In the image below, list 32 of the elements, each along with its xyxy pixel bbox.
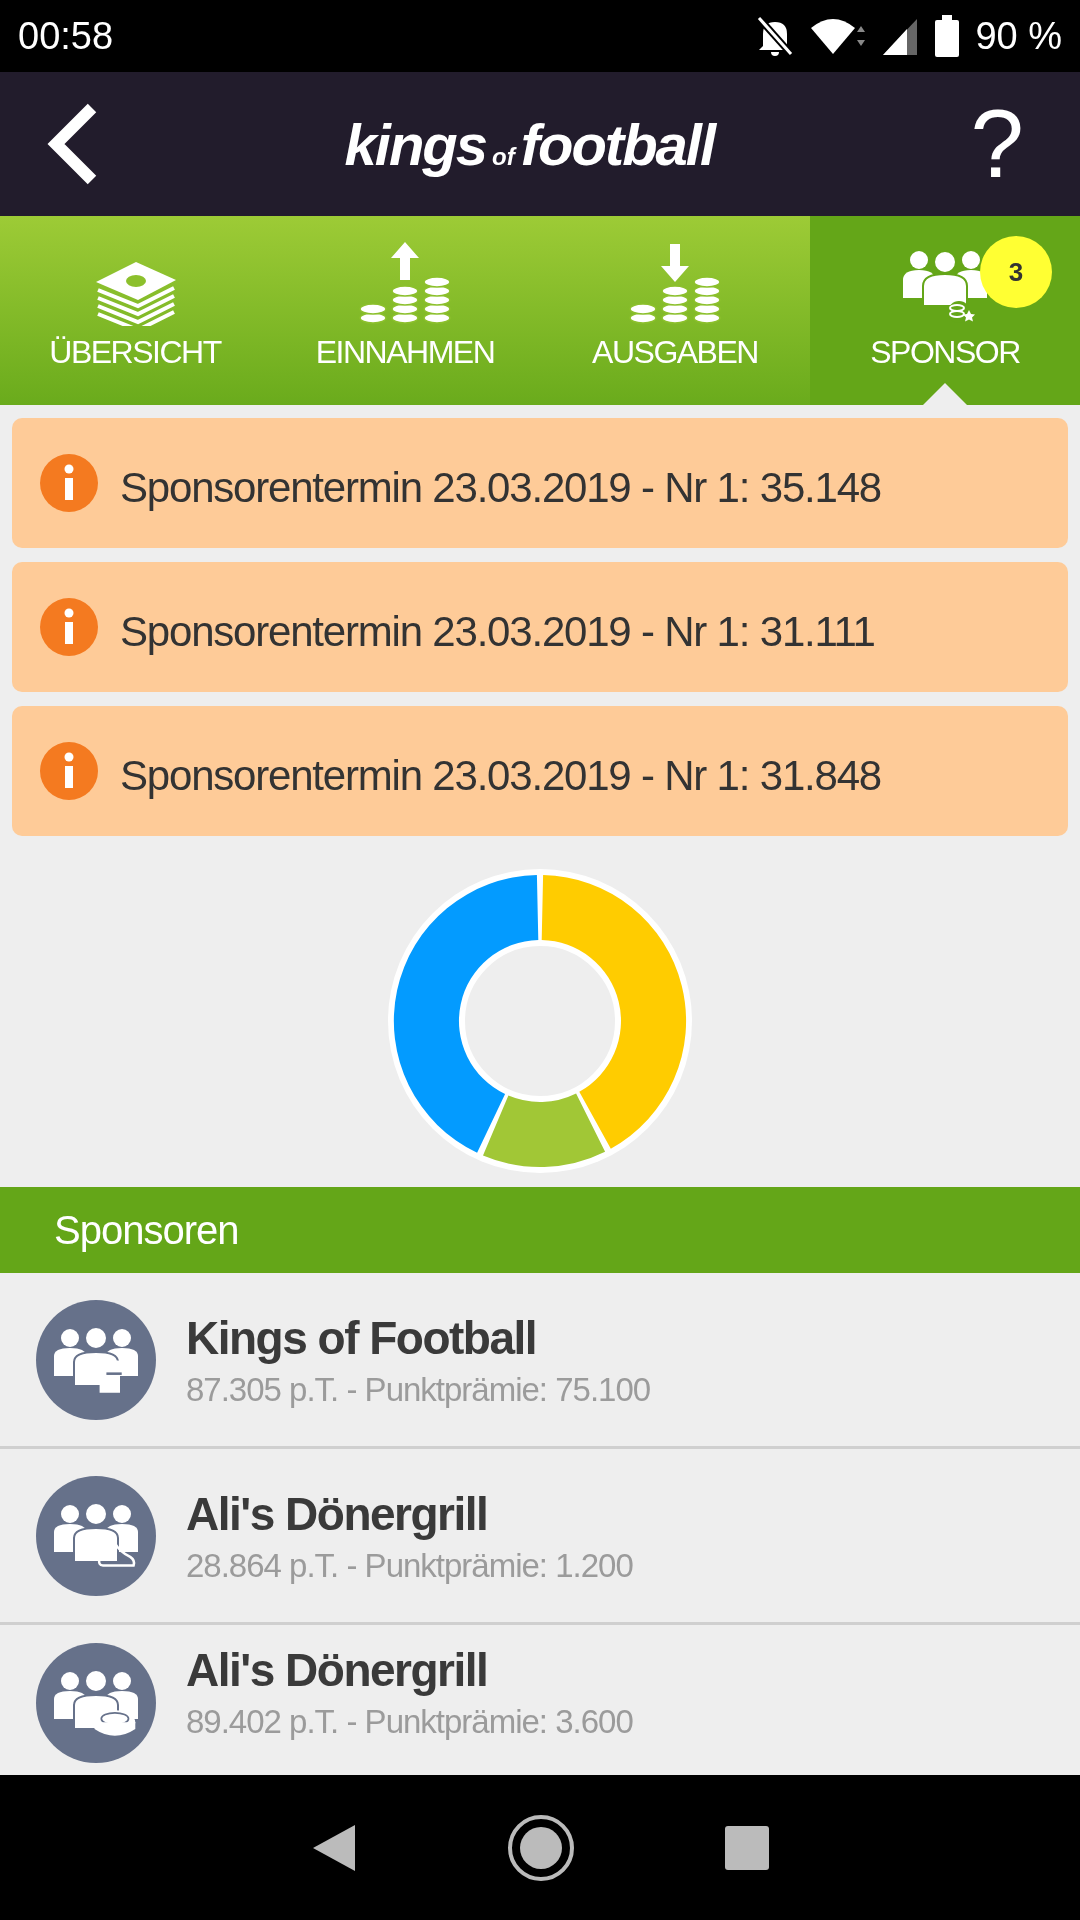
notice-text: Sponsorentermin 23.03.2019 - Nr 1: 31.848 (120, 752, 881, 800)
info-icon (40, 454, 98, 512)
tab[interactable]: AUSGABEN (540, 216, 810, 405)
home-nav-button[interactable] (507, 1813, 575, 1882)
tab[interactable]: EINNAHMEN (270, 216, 540, 405)
wifi-icon (811, 16, 868, 56)
sponsor-details: 89.402 p.T. - Punktprämie: 3.600 (186, 1703, 633, 1741)
tab[interactable]: ÜBERSICHT (0, 216, 270, 405)
sponsor-avatar-icon (36, 1299, 156, 1420)
sponsor-avatar-icon (36, 1643, 156, 1763)
sponsor-name: Kings of Football (186, 1310, 538, 1365)
sponsor-avatar-icon (36, 1475, 156, 1596)
notice-text: Sponsorentermin 23.03.2019 - Nr 1: 31.111 (120, 608, 875, 656)
sponsor-name: Ali's Dönergrill (186, 1486, 489, 1541)
app-logo: kings of football (344, 110, 715, 178)
signal-icon (883, 17, 920, 55)
help-button[interactable]: ? (958, 89, 1036, 199)
info-icon (40, 742, 98, 800)
info-icon (40, 598, 98, 656)
clock-time: 00:58 (18, 14, 114, 58)
battery-percentage: 90 % (975, 14, 1062, 58)
sponsor-details: 28.864 p.T. - Punktprämie: 1.200 (186, 1546, 633, 1585)
battery-icon (935, 15, 960, 57)
notice-text: Sponsorentermin 23.03.2019 - Nr 1: 35.148 (120, 464, 881, 512)
tab[interactable]: SPONSOR 3 (810, 216, 1080, 405)
back-nav-button[interactable] (311, 1822, 357, 1873)
sponsor-details: 87.305 p.T. - Punktprämie: 75.100 (186, 1370, 651, 1409)
section-title: Sponsoren (0, 1187, 1080, 1273)
coins-up-arrow-icon (357, 240, 453, 326)
recents-nav-button[interactable] (725, 1825, 769, 1870)
sponsor-name: Ali's Dönergrill (186, 1643, 489, 1697)
count-badge: 3 (980, 236, 1052, 308)
